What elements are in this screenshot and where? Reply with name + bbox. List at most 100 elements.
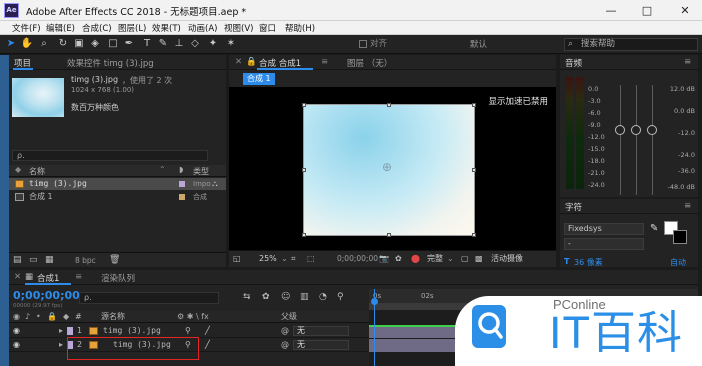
level-slider-knob[interactable] xyxy=(615,125,625,135)
camera-tool-icon[interactable]: ▣ xyxy=(72,37,86,51)
character-panel-title[interactable]: 字符 xyxy=(565,201,582,213)
eye-icon[interactable]: ◉ xyxy=(13,338,20,352)
show-snapshot-icon[interactable]: ✿ xyxy=(395,251,402,267)
tab-effect-controls[interactable]: 效果控件 timg (3).jpg xyxy=(67,57,154,69)
transform-handle[interactable] xyxy=(472,168,476,172)
maximize-button[interactable]: □ xyxy=(632,0,662,21)
zoom-select[interactable]: 25% xyxy=(259,251,277,267)
lock-icon[interactable]: 🔒 xyxy=(246,57,257,67)
transform-handle[interactable] xyxy=(302,168,306,172)
zoom-tool-icon[interactable]: ⌕ xyxy=(37,37,51,51)
new-composition-icon[interactable]: ▦ xyxy=(45,255,54,265)
workspace-default[interactable]: 默认 xyxy=(470,38,487,50)
layer-label-color[interactable] xyxy=(67,327,73,335)
level-slider-knob[interactable] xyxy=(647,125,657,135)
snapshot-icon[interactable]: 📷 xyxy=(379,251,389,267)
menu-effect[interactable]: 效果(T) xyxy=(152,22,181,34)
shy-switch-icon[interactable]: ⚲ xyxy=(185,324,191,338)
expand-chevron-icon[interactable]: ▸ xyxy=(59,338,63,352)
pick-whip-icon[interactable]: @ xyxy=(281,324,289,338)
expand-chevron-icon[interactable]: ▸ xyxy=(59,324,63,338)
layer-image[interactable]: ⊕ xyxy=(303,104,475,236)
col-source-name[interactable]: 源名称 xyxy=(101,311,125,323)
timeline-current-time[interactable]: 0;00;00;00 xyxy=(13,289,80,302)
menu-composition[interactable]: 合成(C) xyxy=(82,22,112,34)
transform-handle[interactable] xyxy=(387,103,391,107)
clone-stamp-tool-icon[interactable]: ⊥ xyxy=(172,37,186,51)
frame-blending-icon[interactable]: ▥ xyxy=(300,292,309,302)
pen-tool-icon[interactable]: ✒ xyxy=(122,37,136,51)
font-family-select[interactable]: Fixedsys xyxy=(564,223,644,235)
menu-window[interactable]: 窗口 xyxy=(259,22,276,34)
menu-view[interactable]: 视图(V) xyxy=(224,22,253,34)
flowchart-icon[interactable]: ⛬ xyxy=(212,178,218,190)
bit-depth-button[interactable]: 8 bpc xyxy=(75,256,96,265)
hand-tool-icon[interactable]: ✋ xyxy=(20,37,34,51)
roto-brush-tool-icon[interactable]: ✦ xyxy=(206,37,220,51)
timeline-layer-row[interactable]: ◉ ▸ 1 timg (3).jpg ⚲ ╱ @ 无 xyxy=(9,324,369,338)
project-item[interactable]: 合成 1 合成 xyxy=(9,191,226,203)
close-tab-icon[interactable]: ✕ xyxy=(14,272,21,282)
tab-menu-icon[interactable]: ≡ xyxy=(75,272,82,282)
project-item[interactable]: timg (3).jpg Impo ⛬ xyxy=(9,178,226,190)
interpret-footage-icon[interactable]: ▤ xyxy=(13,255,22,265)
transform-handle[interactable] xyxy=(472,233,476,237)
tab-menu-icon[interactable]: ≡ xyxy=(321,57,328,67)
grid-icon[interactable]: ⌗ xyxy=(291,251,296,267)
puppet-pin-tool-icon[interactable]: ✶ xyxy=(224,37,238,51)
tab-layer[interactable]: 图层 （无） xyxy=(347,57,392,69)
audio-panel-title[interactable]: 音频 xyxy=(565,57,582,69)
panel-menu-icon[interactable]: ≡ xyxy=(684,201,691,211)
rotate-tool-icon[interactable]: ↻ xyxy=(56,37,70,51)
search-help-input[interactable]: 搜索帮助 xyxy=(564,38,698,51)
menu-file[interactable]: 文件(F) xyxy=(12,22,41,34)
pick-whip-icon[interactable]: @ xyxy=(281,338,289,352)
shy-layers-icon[interactable]: ☺ xyxy=(281,292,290,302)
brush-tool-icon[interactable]: ✎ xyxy=(156,37,170,51)
active-camera-select[interactable]: 活动摄像 xyxy=(491,251,523,267)
resolution-select[interactable]: 完整 xyxy=(427,251,443,267)
transform-handle[interactable] xyxy=(472,103,476,107)
current-time-display[interactable]: 0;00;00;00 xyxy=(337,251,378,267)
delete-icon[interactable]: 🗑 xyxy=(109,255,120,265)
selection-tool-icon[interactable]: ➤ xyxy=(4,37,18,51)
transform-handle[interactable] xyxy=(387,233,391,237)
menu-layer[interactable]: 图层(L) xyxy=(118,22,146,34)
timeline-search-input[interactable]: ρ. xyxy=(79,292,219,304)
breadcrumb[interactable]: 合成 1 xyxy=(243,73,275,85)
col-type[interactable]: 类型 xyxy=(193,166,209,177)
eyedropper-icon[interactable]: ✎ xyxy=(650,223,658,234)
region-of-interest-icon[interactable]: ▢ xyxy=(461,251,469,267)
color-channel-icon[interactable]: ⬤ xyxy=(411,251,420,267)
transparency-grid-icon[interactable]: ▩ xyxy=(475,251,483,267)
new-folder-icon[interactable]: ▭ xyxy=(29,255,38,265)
menu-help[interactable]: 帮助(H) xyxy=(285,22,315,34)
quality-switch-icon[interactable]: ╱ xyxy=(205,341,215,349)
current-time-indicator[interactable] xyxy=(374,289,375,366)
col-parent[interactable]: 父级 xyxy=(281,311,297,323)
close-button[interactable]: ✕ xyxy=(670,0,700,21)
eraser-tool-icon[interactable]: ◇ xyxy=(188,37,202,51)
transform-handle[interactable] xyxy=(302,103,306,107)
eye-icon[interactable]: ◉ xyxy=(13,324,20,338)
parent-select[interactable]: 无 xyxy=(293,340,349,350)
font-size-value[interactable]: 36 像素 xyxy=(574,257,603,268)
tab-render-queue[interactable]: 渲染队列 xyxy=(101,272,135,284)
mask-visibility-icon[interactable]: ⬚ xyxy=(307,251,315,267)
type-tool-icon[interactable]: T xyxy=(140,37,154,51)
composition-mini-flowchart-icon[interactable]: ⇆ xyxy=(243,292,251,302)
menu-edit[interactable]: 编辑(E) xyxy=(46,22,75,34)
draft-3d-icon[interactable]: ✿ xyxy=(262,292,270,302)
minimize-button[interactable]: — xyxy=(596,0,626,21)
always-preview-icon[interactable]: ◱ xyxy=(233,251,241,267)
quality-switch-icon[interactable]: ╱ xyxy=(205,327,215,335)
anchor-point-icon[interactable]: ⊕ xyxy=(382,160,392,174)
composition-canvas[interactable]: ⊕ 显示加速已禁用 xyxy=(229,87,556,250)
motion-blur-icon[interactable]: ◔ xyxy=(319,292,327,302)
level-slider-knob[interactable] xyxy=(631,125,641,135)
menu-animation[interactable]: 动画(A) xyxy=(188,22,217,34)
rectangle-tool-icon[interactable]: □ xyxy=(106,37,120,51)
graph-editor-icon[interactable]: ⚲ xyxy=(337,292,344,302)
project-search-input[interactable]: ρ. xyxy=(12,150,208,161)
close-tab-icon[interactable]: ✕ xyxy=(235,57,242,67)
